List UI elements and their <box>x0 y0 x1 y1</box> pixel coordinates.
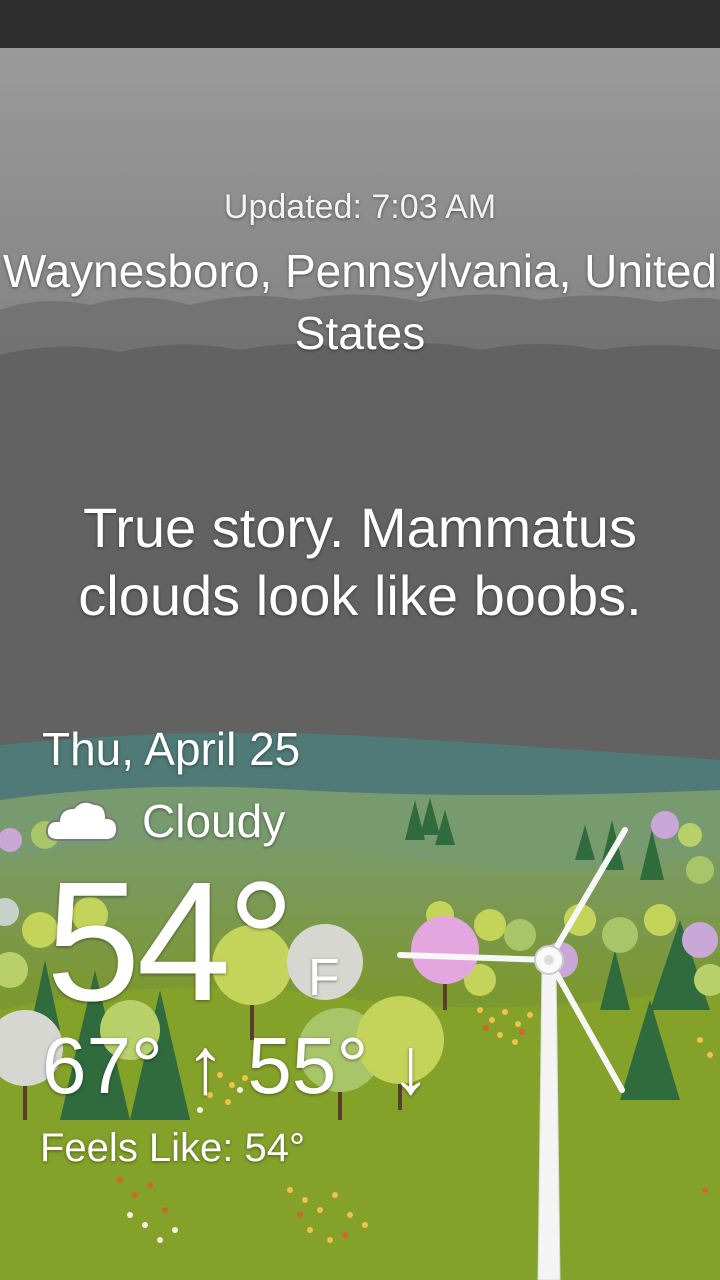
forecast-date: Thu, April 25 <box>42 723 301 775</box>
condition-label: Cloudy <box>142 795 286 847</box>
updated-time: Updated: 7:03 AM <box>223 188 497 226</box>
current-temperature: 54° <box>46 847 295 1037</box>
status-bar <box>0 0 720 48</box>
feels-like: Feels Like: 54° <box>40 1126 306 1170</box>
location-label[interactable]: Waynesboro, Pennsylvania, United States <box>0 240 720 364</box>
weather-quote: True story. Mammatus clouds look like bo… <box>78 496 642 627</box>
temperature-unit[interactable]: F <box>308 948 340 1008</box>
high-low-temperature: 67° ↑ 55° ↓ <box>42 1021 431 1110</box>
cloud-icon <box>45 800 119 841</box>
